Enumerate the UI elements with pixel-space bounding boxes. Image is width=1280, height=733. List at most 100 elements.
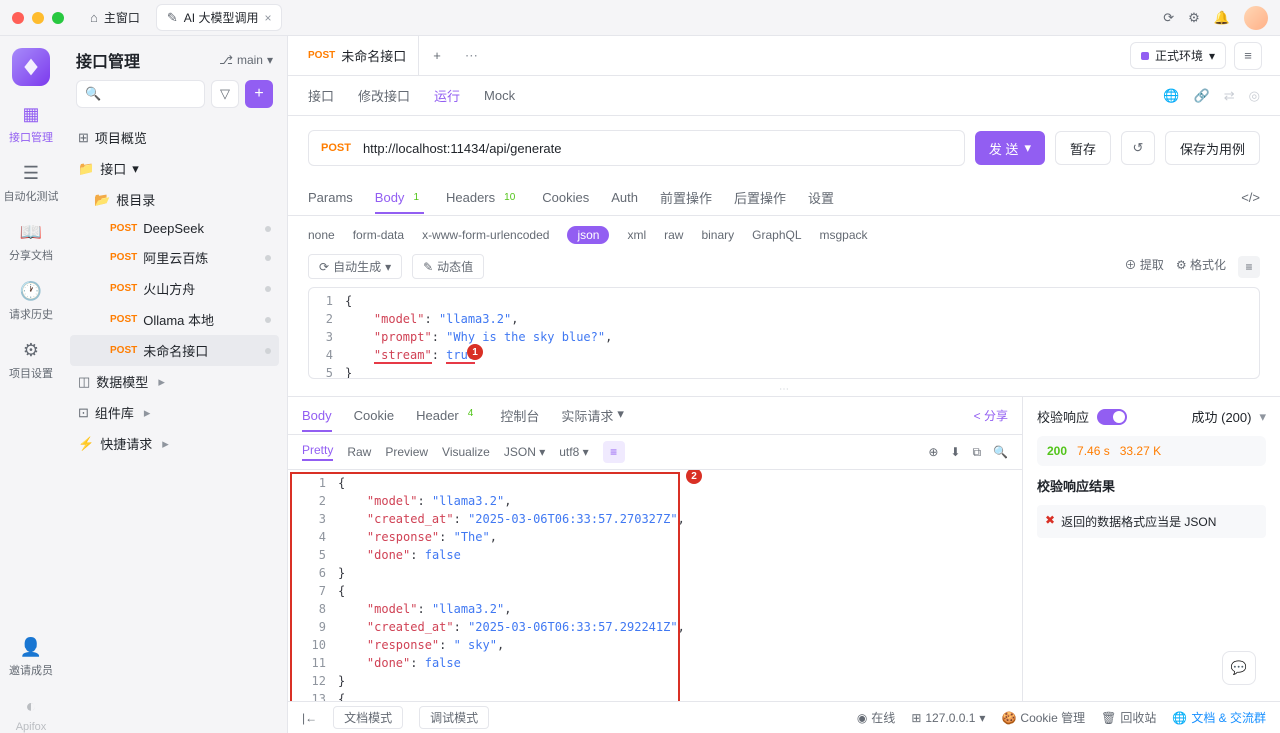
tab-auth[interactable]: Auth <box>611 190 638 205</box>
tree-endpoint[interactable]: POST未命名接口 <box>70 335 279 366</box>
tree-endpoint[interactable]: POSTDeepSeek <box>70 215 279 242</box>
resp-tab-console[interactable]: 控制台 <box>500 406 539 425</box>
download-icon[interactable]: ⬇ <box>950 445 960 460</box>
save-response-icon[interactable]: ⊕ <box>928 445 938 460</box>
trash-button[interactable]: 🗑回收站 <box>1101 709 1156 726</box>
view-raw[interactable]: Raw <box>347 445 371 459</box>
save-case-button[interactable]: 保存为用例 <box>1165 131 1260 165</box>
more-tabs-button[interactable]: ⋯ <box>455 48 488 64</box>
copy-icon[interactable]: ⧉ <box>972 445 981 460</box>
branch-selector[interactable]: ⎇ main ▾ <box>219 53 273 67</box>
resize-handle[interactable]: ⋯ <box>288 383 1280 396</box>
tree-components[interactable]: ⊡ 组件库 ▸ <box>70 397 279 428</box>
rail-history[interactable]: 🕐 请求历史 <box>9 281 53 322</box>
response-body[interactable]: 2 1{2 "model": "llama3.2",3 "created_at"… <box>288 470 1022 701</box>
subnav-mock[interactable]: Mock <box>484 88 515 103</box>
body-type-msgpack[interactable]: msgpack <box>820 228 868 242</box>
new-tab-button[interactable]: + <box>419 48 455 63</box>
cookie-manager[interactable]: 🍪Cookie 管理 <box>1001 709 1085 726</box>
close-window[interactable] <box>12 12 24 24</box>
content-tab[interactable]: POST 未命名接口 <box>296 36 419 75</box>
rail-automation[interactable]: ☰ 自动化测试 <box>4 163 59 204</box>
tree-endpoint[interactable]: POST阿里云百炼 <box>70 242 279 273</box>
resp-tab-actual[interactable]: 实际请求 ▾ <box>561 406 624 425</box>
tab-settings[interactable]: 设置 <box>808 188 834 207</box>
tree-api-root[interactable]: 📁 接口 ▾ <box>70 153 279 184</box>
verify-toggle[interactable] <box>1097 409 1127 425</box>
wrap-toggle[interactable]: ≡ <box>1238 256 1260 278</box>
tree-root-dir[interactable]: 📂 根目录 <box>70 184 279 215</box>
rail-invite[interactable]: 👤 邀请成员 <box>9 637 53 678</box>
format-button[interactable]: ⚙ 格式化 <box>1176 256 1226 278</box>
docs-link[interactable]: 🌐文档 & 交流群 <box>1172 709 1266 726</box>
minimize-window[interactable] <box>32 12 44 24</box>
save-temp-button[interactable]: 暂存 <box>1055 131 1111 165</box>
swap-icon[interactable]: ⇄ <box>1224 88 1235 104</box>
search-input[interactable]: 🔍 <box>76 80 205 108</box>
target-icon[interactable]: ◎ <box>1249 88 1260 104</box>
tab-body[interactable]: Body 1 <box>375 190 424 205</box>
tree-shortcuts[interactable]: ⚡ 快捷请求 ▸ <box>70 428 279 459</box>
auto-generate-button[interactable]: ⟳自动生成▾ <box>308 254 402 279</box>
request-body-editor[interactable]: 1{ 2 "model": "llama3.2", 3 "prompt": "W… <box>308 287 1260 379</box>
active-tab[interactable]: ✎ AI 大模型调用 × <box>156 4 283 31</box>
send-button[interactable]: 发 送 ▾ <box>975 131 1045 165</box>
ip-selector[interactable]: ⊞127.0.0.1 ▾ <box>911 711 985 725</box>
wrap-toggle[interactable]: ≡ <box>603 441 625 463</box>
subnav-modify[interactable]: 修改接口 <box>358 86 410 105</box>
body-type-GraphQL[interactable]: GraphQL <box>752 228 801 242</box>
body-type-form-data[interactable]: form-data <box>353 228 404 242</box>
body-type-binary[interactable]: binary <box>701 228 734 242</box>
tree-endpoint[interactable]: POSTOllama 本地 <box>70 304 279 335</box>
chat-button[interactable]: 💬 <box>1222 651 1256 685</box>
app-logo[interactable] <box>12 48 50 86</box>
menu-button[interactable]: ≡ <box>1234 42 1262 70</box>
encoding-select[interactable]: utf8 ▾ <box>559 445 588 459</box>
resp-tab-header[interactable]: Header 4 <box>416 408 478 423</box>
refresh-icon[interactable]: ⟳ <box>1163 10 1174 26</box>
share-button[interactable]: < 分享 <box>974 407 1008 424</box>
rail-settings[interactable]: ⚙ 项目设置 <box>9 340 53 381</box>
tab-post[interactable]: 后置操作 <box>734 188 786 207</box>
dynamic-value-button[interactable]: ✎动态值 <box>412 254 484 279</box>
environment-selector[interactable]: 正式环境 ▾ <box>1130 42 1226 69</box>
link-icon[interactable]: 🔗 <box>1194 88 1210 104</box>
view-visualize[interactable]: Visualize <box>442 445 490 459</box>
tab-pre[interactable]: 前置操作 <box>660 188 712 207</box>
resp-tab-body[interactable]: Body <box>302 408 332 423</box>
view-pretty[interactable]: Pretty <box>302 443 333 461</box>
collapse-icon[interactable]: |← <box>302 711 317 725</box>
tab-params[interactable]: Params <box>308 190 353 205</box>
subnav-api[interactable]: 接口 <box>308 86 334 105</box>
extract-button[interactable]: ⊕ 提取 <box>1125 256 1164 278</box>
tree-endpoint[interactable]: POST火山方舟 <box>70 273 279 304</box>
body-type-raw[interactable]: raw <box>664 228 683 242</box>
code-icon[interactable]: </> <box>1241 190 1260 205</box>
body-type-none[interactable]: none <box>308 228 335 242</box>
body-type-xml[interactable]: xml <box>627 228 646 242</box>
tree-overview[interactable]: ⊞ 项目概览 <box>70 122 279 153</box>
globe-icon[interactable]: 🌐 <box>1163 88 1179 104</box>
doc-mode-button[interactable]: 文档模式 <box>333 706 403 729</box>
settings-icon[interactable]: ⚙ <box>1188 10 1200 26</box>
maximize-window[interactable] <box>52 12 64 24</box>
rail-api-mgmt[interactable]: ▦ 接口管理 <box>9 104 53 145</box>
tab-headers[interactable]: Headers 10 <box>446 190 520 205</box>
debug-mode-button[interactable]: 调试模式 <box>419 706 489 729</box>
resp-tab-cookie[interactable]: Cookie <box>354 408 394 423</box>
add-button[interactable]: + <box>245 80 273 108</box>
search-icon[interactable]: 🔍 <box>993 445 1008 460</box>
tree-data-model[interactable]: ◫ 数据模型 ▸ <box>70 366 279 397</box>
avatar[interactable] <box>1244 6 1268 30</box>
home-tab[interactable]: ⌂ 主窗口 <box>80 5 150 30</box>
format-select[interactable]: JSON ▾ <box>504 445 545 459</box>
body-type-json[interactable]: json <box>567 226 609 244</box>
bell-icon[interactable]: 🔔 <box>1214 10 1230 26</box>
reset-button[interactable]: ↺ <box>1121 131 1155 165</box>
url-input[interactable]: POST http://localhost:11434/api/generate <box>308 130 965 166</box>
rail-share-docs[interactable]: 📖 分享文档 <box>9 222 53 263</box>
view-preview[interactable]: Preview <box>385 445 428 459</box>
subnav-run[interactable]: 运行 <box>434 86 460 105</box>
filter-button[interactable]: ▽ <box>211 80 239 108</box>
close-tab-icon[interactable]: × <box>264 11 271 25</box>
